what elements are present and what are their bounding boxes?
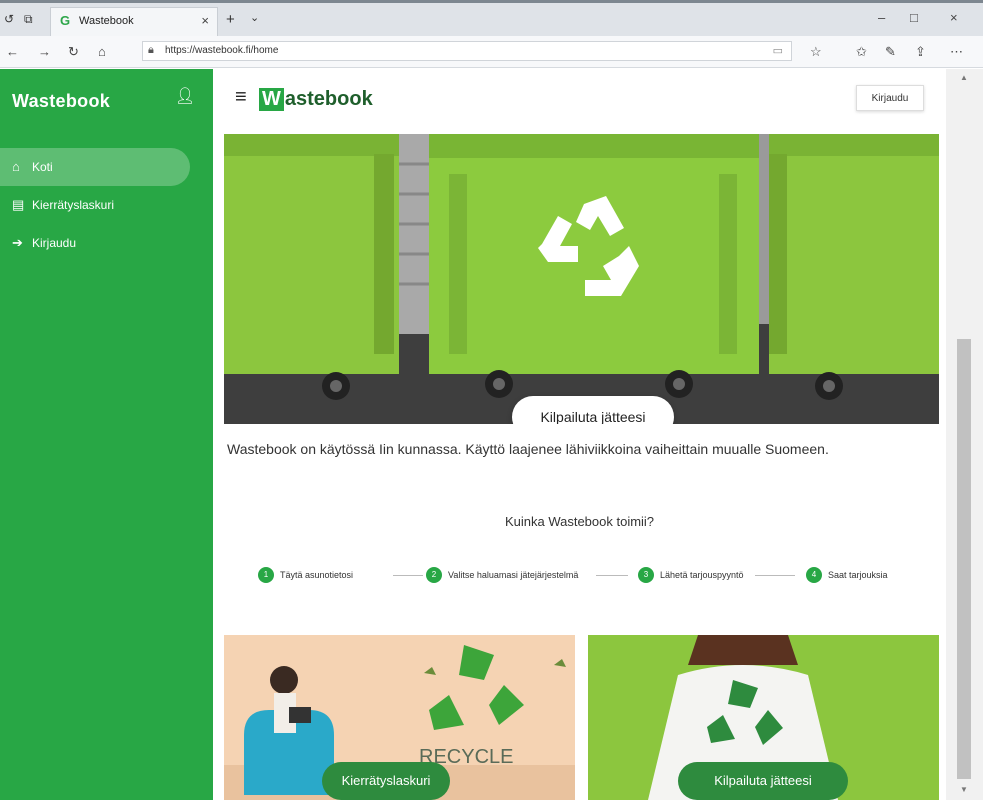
- tabs-aside-icon[interactable]: ⧉: [24, 12, 33, 27]
- sidebar-item-label: Koti: [32, 160, 53, 174]
- tender-waste-button[interactable]: Kilpailuta jätteesi: [678, 762, 848, 800]
- logo-w: W: [259, 88, 284, 111]
- refresh-icon[interactable]: ↻: [68, 44, 79, 60]
- scroll-up-icon[interactable]: ▲: [960, 73, 968, 82]
- close-tab-icon[interactable]: ×: [201, 13, 209, 28]
- address-bar: ← → ↻ ⌂ 🔒︎ https://wastebook.fi/home ▭ ☆…: [0, 36, 983, 68]
- login-button[interactable]: Kirjaudu: [856, 85, 924, 111]
- close-window-icon[interactable]: ×: [950, 10, 958, 25]
- sidebar-item-kirjaudu[interactable]: ➔ Kirjaudu: [0, 224, 190, 262]
- home-icon[interactable]: ⌂: [98, 44, 106, 59]
- hero-image: Kilpailuta jätteesi: [224, 134, 939, 424]
- logo-text: astebook: [284, 88, 373, 110]
- scrollbar-thumb[interactable]: [957, 339, 971, 779]
- hero-cta-button[interactable]: Kilpailuta jätteesi: [512, 396, 674, 424]
- user-icon[interactable]: 👤︎: [175, 86, 195, 106]
- card-tender-waste[interactable]: Kilpailuta jätteesi: [588, 635, 939, 800]
- reader-icon[interactable]: ▭: [773, 44, 783, 57]
- browser-tab[interactable]: G Wastebook ×: [50, 7, 218, 37]
- sidebar: Wastebook 👤︎ ⌂ Koti ▤ Kierrätyslaskuri ➔…: [0, 69, 213, 800]
- sidebar-item-kierratyslaskuri[interactable]: ▤ Kierrätyslaskuri: [0, 186, 190, 224]
- step-connector: [596, 575, 628, 576]
- step-connector: [755, 575, 795, 576]
- new-tab-icon[interactable]: +: [226, 11, 235, 28]
- steps-row: 1 Täytä asunotietosi 2 Valitse haluamasi…: [253, 564, 933, 588]
- url-text: https://wastebook.fi/home: [165, 45, 279, 56]
- step-number: 1: [258, 567, 274, 583]
- sidebar-logo[interactable]: Wastebook: [12, 91, 110, 112]
- minimize-icon[interactable]: –: [878, 10, 885, 25]
- card-recycling-calculator[interactable]: RECYCLE Kierrätyslaskuri: [224, 635, 575, 800]
- header-logo[interactable]: Wastebook: [259, 88, 373, 111]
- menu-icon[interactable]: ≡: [235, 86, 247, 109]
- step-label: Lähetä tarjouspyyntö: [660, 570, 744, 580]
- maximize-icon[interactable]: □: [910, 10, 918, 25]
- step-number: 3: [638, 567, 654, 583]
- pen-icon[interactable]: ✎: [885, 44, 896, 60]
- star-icon[interactable]: ☆: [810, 44, 822, 60]
- recycling-calculator-button[interactable]: Kierrätyslaskuri: [322, 762, 450, 800]
- tab-title: Wastebook: [79, 15, 134, 27]
- share-icon[interactable]: ⇪: [915, 44, 926, 60]
- url-input[interactable]: 🔒︎ https://wastebook.fi/home ▭: [142, 41, 792, 61]
- more-icon[interactable]: ⋯: [950, 44, 963, 60]
- step-connector: [393, 575, 423, 576]
- step-number: 2: [426, 567, 442, 583]
- step-label: Valitse haluamasi jätejärjestelmä: [448, 570, 579, 580]
- scroll-down-icon[interactable]: ▼: [960, 785, 968, 794]
- favicon-icon: G: [60, 13, 71, 28]
- lock-icon: 🔒︎: [148, 44, 154, 56]
- sidebar-item-label: Kirjaudu: [32, 236, 77, 250]
- login-icon: ➔: [12, 235, 23, 250]
- forward-icon[interactable]: →: [38, 44, 51, 59]
- tab-list-chevron-icon[interactable]: ⌄: [250, 11, 259, 24]
- tab-back-icon[interactable]: ↺: [4, 12, 14, 26]
- sidebar-item-label: Kierrätyslaskuri: [32, 198, 115, 212]
- home-icon: ⌂: [12, 159, 20, 174]
- back-icon[interactable]: ←: [6, 44, 19, 59]
- scrollbar[interactable]: ▲ ▼: [946, 69, 983, 800]
- hero-bins-illustration: [224, 134, 939, 424]
- main-content: ≡ Wastebook Kirjaudu Kilpailuta jätteesi…: [213, 69, 946, 800]
- favorites-icon[interactable]: ✩: [856, 44, 867, 60]
- browser-tab-bar: ↺ ⧉ G Wastebook × + ⌄ – □ ×: [0, 0, 983, 37]
- calculator-icon: ▤: [12, 197, 25, 212]
- info-text: Wastebook on käytössä Iin kunnassa. Käyt…: [227, 441, 829, 457]
- step-number: 4: [806, 567, 822, 583]
- step-label: Saat tarjouksia: [828, 570, 888, 580]
- step-label: Täytä asunotietosi: [280, 570, 354, 580]
- sidebar-item-koti[interactable]: ⌂ Koti: [0, 148, 190, 186]
- how-it-works-title: Kuinka Wastebook toimii?: [504, 514, 655, 529]
